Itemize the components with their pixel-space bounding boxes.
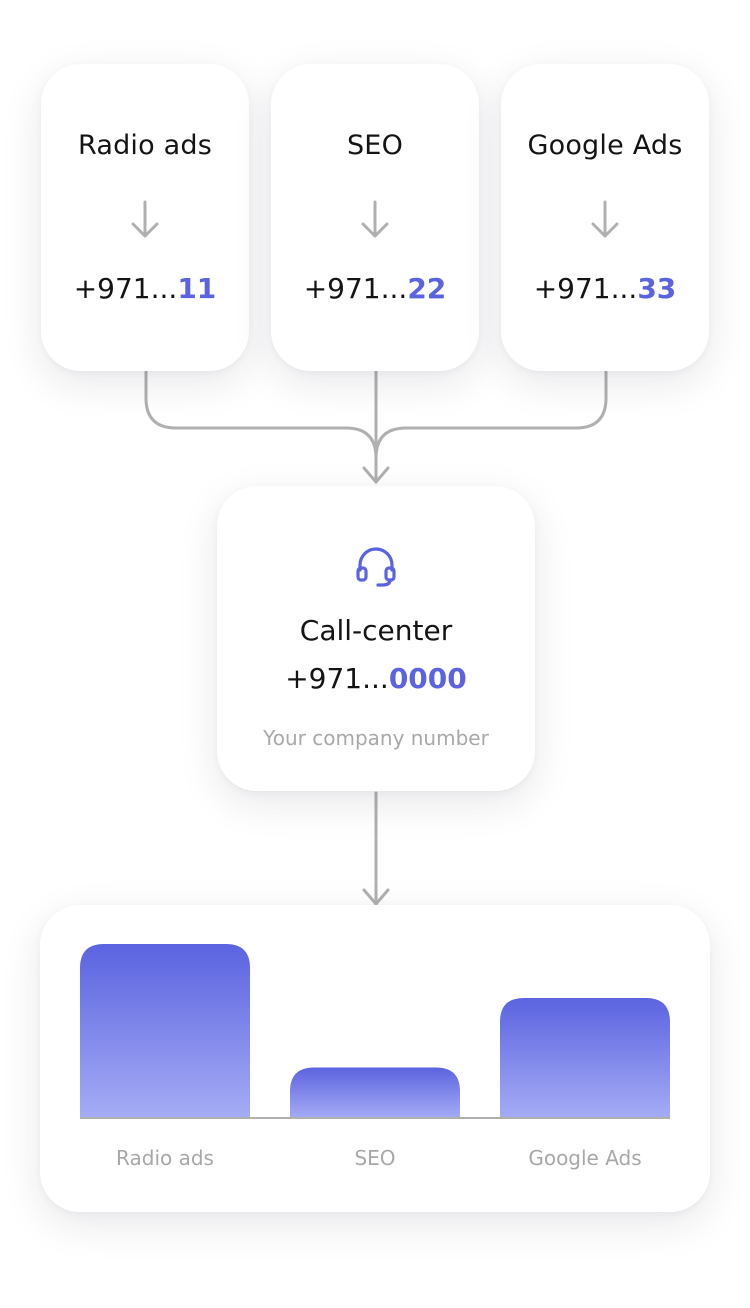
- tick-label: Google Ads: [528, 1146, 641, 1170]
- bar-seo: [290, 1067, 460, 1118]
- source-card-google-ads: Google Ads +971...33: [501, 64, 709, 371]
- source-card-radio-ads: Radio ads +971...11: [41, 64, 249, 371]
- source-title: Google Ads: [527, 130, 683, 161]
- arrow-down-icon: [591, 200, 619, 238]
- bar-chart: Radio ads SEO Google Ads: [80, 944, 670, 1170]
- bar-radio-ads: [80, 944, 250, 1118]
- tick-label: Radio ads: [116, 1146, 214, 1170]
- arrow-down-icon: [131, 200, 159, 238]
- call-center-phone: +971...0000: [285, 662, 467, 695]
- tick-label: SEO: [354, 1146, 395, 1170]
- chart-card: Radio ads SEO Google Ads: [40, 905, 710, 1212]
- source-title: Radio ads: [77, 130, 212, 161]
- connector-arrowhead-bottom: [362, 888, 390, 906]
- call-center-subtitle: Your company number: [263, 726, 489, 750]
- source-card-seo: SEO +971...22: [271, 64, 479, 371]
- arrow-down-icon: [361, 200, 389, 238]
- connector-left: [144, 370, 378, 484]
- call-center-card: Call-center +971...0000 Your company num…: [217, 486, 535, 791]
- bar-google-ads: [500, 997, 670, 1118]
- headset-icon: [356, 547, 396, 587]
- connector-right: [374, 370, 608, 484]
- call-center-title: Call-center: [299, 614, 453, 647]
- source-title: SEO: [346, 130, 404, 161]
- connector-arrowhead-top: [362, 466, 390, 484]
- source-phone: +971...11: [73, 272, 217, 305]
- source-phone: +971...22: [303, 272, 447, 305]
- source-phone: +971...33: [533, 272, 677, 305]
